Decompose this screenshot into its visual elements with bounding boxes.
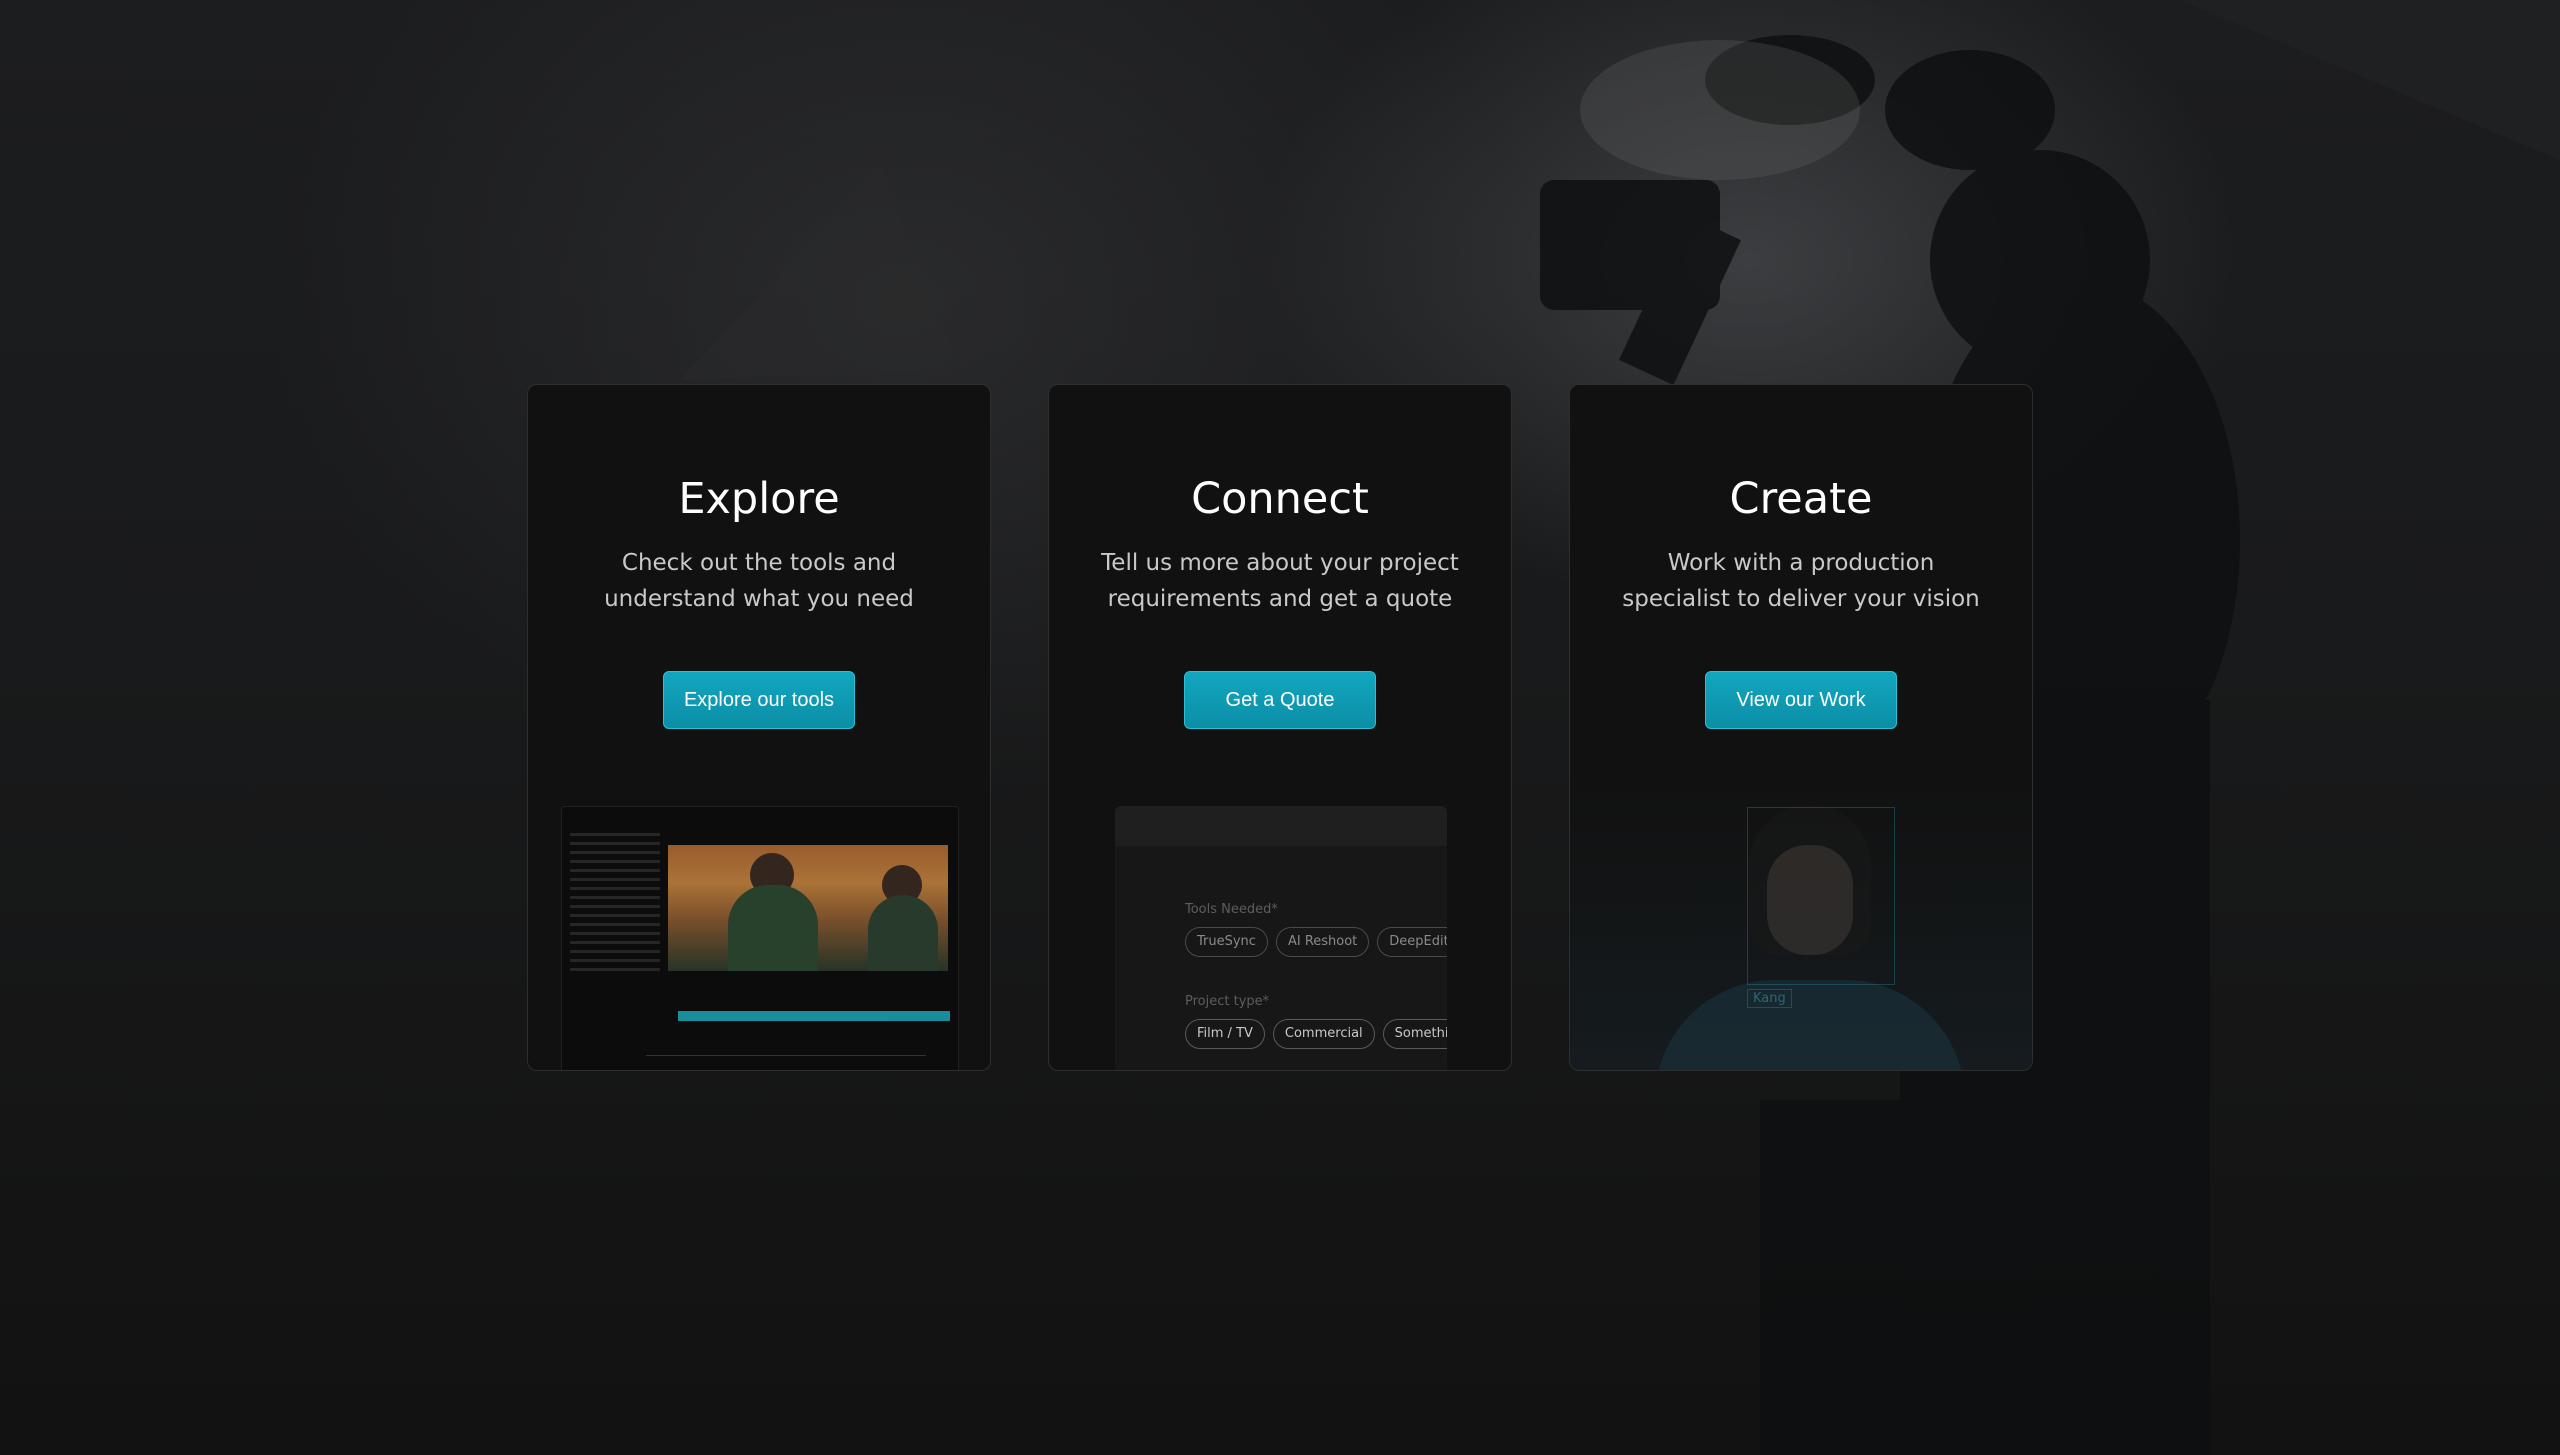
tools-chips: TrueSync AI Reshoot DeepEditor — [1185, 927, 1447, 957]
video-frame — [668, 845, 948, 971]
timeline-track — [678, 1011, 950, 1021]
explore-tools-button[interactable]: Explore our tools — [663, 671, 855, 729]
chip-commercial: Commercial — [1272, 1019, 1375, 1049]
card-description: Tell us more about your project requirem… — [1101, 550, 1459, 612]
chip-ai-reshoot: AI Reshoot — [1275, 927, 1370, 957]
project-type-chips: Film / TV Commercial Something — [1185, 1019, 1447, 1049]
editor-preview-image — [561, 806, 959, 1070]
card-description: Work with a production specialist to del… — [1622, 550, 1980, 612]
chip-deepeditor: DeepEditor — [1377, 927, 1447, 957]
quote-form-preview: Tools Needed* TrueSync AI Reshoot DeepEd… — [1115, 806, 1447, 1070]
explore-card: Explore Check out the tools and understa… — [527, 384, 991, 1071]
get-quote-button[interactable]: Get a Quote — [1184, 671, 1376, 729]
project-type-label: Project type* — [1185, 994, 1270, 1009]
card-title: Explore — [678, 474, 840, 524]
editor-sidebar — [570, 827, 660, 1067]
face-tracking-preview: Kang — [1570, 785, 2032, 1070]
chip-film-tv: Film / TV — [1185, 1019, 1265, 1049]
create-card: Create Work with a production specialist… — [1569, 384, 2033, 1071]
connect-card: Connect Tell us more about your project … — [1048, 384, 1512, 1071]
chip-something: Something — [1382, 1019, 1447, 1049]
card-title: Create — [1729, 474, 1873, 524]
form-header — [1115, 806, 1447, 846]
view-work-button[interactable]: View our Work — [1705, 671, 1897, 729]
timeline-line — [646, 1055, 926, 1056]
face-tag: Kang — [1747, 989, 1792, 1008]
face-bounding-box — [1747, 807, 1895, 985]
tools-needed-label: Tools Needed* — [1185, 902, 1278, 917]
chip-truesync: TrueSync — [1185, 927, 1268, 957]
card-description: Check out the tools and understand what … — [604, 550, 914, 612]
card-title: Connect — [1191, 474, 1369, 524]
